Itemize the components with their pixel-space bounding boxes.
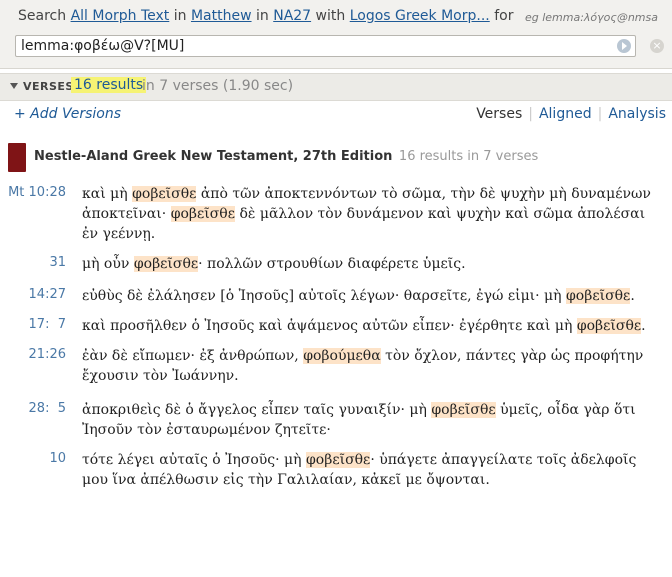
verses-label: VERSES: [23, 80, 74, 93]
for-label: for: [494, 8, 514, 24]
search-hit[interactable]: φοβεῖσθε: [170, 206, 235, 222]
verse-text: τότε λέγει αὐταῖς ὁ Ἰησοῦς· μὴ φοβεῖσθε·…: [82, 452, 637, 488]
search-hit[interactable]: φοβεῖσθε: [132, 186, 197, 202]
query-example: eg lemma:λόγος@nmsa: [524, 11, 658, 24]
verse-reference[interactable]: 28: 5: [6, 401, 66, 416]
search-hit[interactable]: φοβεῖσθε: [431, 402, 496, 418]
verse-reference[interactable]: Mt 10:28: [6, 185, 66, 200]
results-header: VERSES 16 results in 7 verses (1.90 sec): [0, 73, 672, 101]
verse-text: καὶ προσῆλθεν ὁ Ἰησοῦς καὶ ἁψάμενος αὐτῶ…: [82, 318, 646, 334]
search-hit[interactable]: φοβεῖσθε: [133, 256, 199, 272]
close-icon[interactable]: ×: [650, 39, 664, 53]
versions-toolbar: + Add Versions Verses | Aligned | Analysis: [0, 104, 672, 128]
add-versions-button[interactable]: + Add Versions: [14, 106, 121, 122]
tab-verses[interactable]: Verses: [476, 106, 522, 122]
search-hit[interactable]: φοβούμεθα: [303, 348, 381, 364]
in-label-2: in: [256, 8, 269, 24]
resource-subtitle: 16 results in 7 verses: [398, 149, 539, 164]
verse-reference[interactable]: 31: [6, 255, 66, 270]
verse-reference[interactable]: 21:26: [6, 347, 66, 362]
verse-text: ἐὰν δὲ εἴπωμεν· ἐξ ἀνθρώπων, φοβούμεθα τ…: [82, 348, 644, 384]
verse-text: καὶ μὴ φοβεῖσθε ἀπὸ τῶν ἀποκτεννόντων τὸ…: [82, 186, 651, 242]
resource-title[interactable]: Nestle-Aland Greek New Testament, 27th E…: [34, 149, 538, 164]
verse-reference[interactable]: 14:27: [6, 287, 66, 302]
search-description: Search All Morph Text in Matthew in NA27…: [18, 8, 513, 24]
book-link[interactable]: Matthew: [191, 8, 252, 24]
verse-reference[interactable]: 17: 7: [6, 317, 66, 332]
search-input[interactable]: lemma:φοβέω@V?[MU]: [15, 35, 636, 57]
verse-text: μὴ οὖν φοβεῖσθε· πολλῶν στρουθίων διαφέρ…: [82, 256, 466, 272]
book-icon: [8, 143, 26, 172]
view-tabs: Verses | Aligned | Analysis: [476, 106, 666, 122]
version-link[interactable]: NA27: [273, 8, 311, 24]
search-hit[interactable]: φοβεῖσθε: [566, 288, 631, 304]
search-panel: Search All Morph Text in Matthew in NA27…: [0, 0, 672, 69]
search-query: lemma:φοβέω@V?[MU]: [21, 38, 185, 54]
search-hit[interactable]: φοβεῖσθε: [576, 318, 642, 334]
with-label: with: [315, 8, 346, 24]
tab-aligned[interactable]: Aligned: [539, 106, 592, 122]
go-icon[interactable]: [617, 39, 631, 53]
scope-link[interactable]: All Morph Text: [71, 8, 170, 24]
results-meta: in 7 verses (1.90 sec): [142, 78, 294, 94]
in-label: in: [173, 8, 187, 24]
search-hit[interactable]: φοβεῖσθε: [306, 452, 371, 468]
tab-analysis[interactable]: Analysis: [608, 106, 666, 122]
verse-text: ἀποκριθεὶς δὲ ὁ ἄγγελος εἶπεν ταῖς γυναι…: [82, 402, 636, 438]
verse-reference[interactable]: 10: [6, 451, 66, 466]
verse-text: εὐθὺς δὲ ἐλάλησεν [ὁ Ἰησοῦς] αὐτοῖς λέγω…: [82, 288, 635, 304]
search-prefix: Search: [18, 8, 67, 24]
collapse-arrow-icon[interactable]: [10, 83, 18, 89]
results-count: 16 results: [71, 77, 147, 93]
morphology-link[interactable]: Logos Greek Morp...: [350, 8, 490, 24]
